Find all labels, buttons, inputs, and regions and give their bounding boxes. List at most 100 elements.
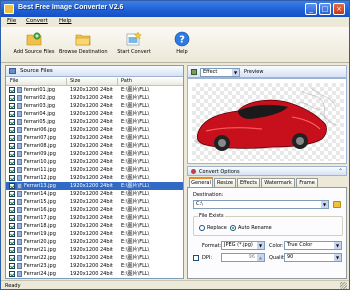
file-list[interactable]: ferrari01.jpg 1920x1200 24bit E:\图片\FLL\ fe… (6, 86, 183, 278)
table-row[interactable]: Ferrari13.jpg 1920x1200 24bit E:\图片\FLL\ (6, 182, 183, 190)
row-checkbox[interactable] (9, 175, 15, 181)
close-button[interactable]: × (333, 3, 345, 15)
row-checkbox[interactable] (9, 135, 15, 141)
menu-convert[interactable]: Convert (26, 18, 48, 24)
row-checkbox[interactable] (9, 103, 15, 109)
collapse-chevron-icon[interactable]: ⌃ (338, 168, 343, 175)
auto-rename-radio[interactable] (230, 225, 236, 231)
preview-area (187, 78, 347, 164)
row-checkbox[interactable] (9, 247, 15, 253)
row-checkbox[interactable] (9, 127, 15, 133)
minimize-button[interactable]: _ (305, 3, 317, 15)
dpi-checkbox[interactable] (193, 255, 199, 261)
column-size[interactable]: Size (70, 78, 80, 84)
table-row[interactable]: Ferrari11.jpg 1920x1200 24bit E:\图片\FLL\ (6, 166, 183, 174)
help-button[interactable]: ? Help (172, 29, 192, 55)
add-source-files-button[interactable]: Add Source Files (13, 29, 55, 55)
row-checkbox[interactable] (9, 183, 15, 189)
image-file-icon (17, 247, 22, 253)
table-row[interactable]: Ferrari20.jpg 1920x1200 24bit E:\图片\FLL\ (6, 238, 183, 246)
row-checkbox[interactable] (9, 119, 15, 125)
preview-mode-select[interactable]: Effect ▼ (200, 68, 240, 77)
column-file[interactable]: File (10, 78, 18, 84)
row-checkbox[interactable] (9, 167, 15, 173)
destination-field[interactable]: C:\ ▼ (193, 200, 329, 209)
table-row[interactable]: ferrari02.jpg 1920x1200 24bit E:\图片\FLL\ (6, 94, 183, 102)
right-panel: Effect ▼ Preview Convert Options ⌃ Gener… (187, 65, 347, 279)
image-file-icon (17, 271, 22, 277)
chevron-down-icon: ▼ (334, 254, 341, 261)
image-file-icon (17, 143, 22, 149)
start-convert-button[interactable]: Start Convert (116, 29, 152, 55)
row-checkbox[interactable] (9, 87, 15, 93)
tab-effects[interactable]: Effects (237, 178, 260, 187)
table-row[interactable]: Ferrari16.jpg 1920x1200 24bit E:\图片\FLL\ (6, 206, 183, 214)
table-row[interactable]: ferrari03.jpg 1920x1200 24bit E:\图片\FLL\ (6, 102, 183, 110)
row-checkbox[interactable] (9, 111, 15, 117)
row-checkbox[interactable] (9, 199, 15, 205)
row-checkbox[interactable] (9, 151, 15, 157)
table-row[interactable]: Ferrari14.jpg 1920x1200 24bit E:\图片\FLL\ (6, 190, 183, 198)
row-checkbox[interactable] (9, 231, 15, 237)
color-select[interactable]: True Color ▼ (284, 241, 342, 250)
convert-options-header[interactable]: Convert Options ⌃ (187, 166, 347, 176)
row-checkbox[interactable] (9, 223, 15, 229)
column-divider[interactable] (66, 78, 67, 85)
table-row[interactable]: Ferrari19.jpg 1920x1200 24bit E:\图片\FLL\ (6, 230, 183, 238)
table-row[interactable]: Ferrari07.jpg 1920x1200 24bit E:\图片\FLL\ (6, 134, 183, 142)
row-checkbox[interactable] (9, 255, 15, 261)
table-row[interactable]: Ferrari24.jpg 1920x1200 24bit E:\图片\FLL\ (6, 270, 183, 278)
table-row[interactable]: Ferrari12.jpg 1920x1200 24bit E:\图片\FLL\ (6, 174, 183, 182)
table-row[interactable]: Ferrari08.jpg 1920x1200 24bit E:\图片\FLL\ (6, 142, 183, 150)
row-checkbox[interactable] (9, 143, 15, 149)
browse-destination-button[interactable]: Browse Destination (59, 29, 108, 55)
format-select[interactable]: JPEG (*.jpg) ▼ (221, 241, 265, 250)
maximize-button[interactable]: □ (319, 3, 331, 15)
table-row[interactable]: Ferrari17.jpg 1920x1200 24bit E:\图片\FLL\ (6, 214, 183, 222)
quality-select[interactable]: 90 ▼ (284, 253, 342, 262)
file-size: 1920x1200 24bit (70, 231, 113, 237)
table-row[interactable]: Ferrari21.jpg 1920x1200 24bit E:\图片\FLL\ (6, 246, 183, 254)
file-path: E:\图片\FLL\ (121, 111, 150, 117)
table-row[interactable]: Ferrari23.jpg 1920x1200 24bit E:\图片\FLL\ (6, 262, 183, 270)
tab-resize[interactable]: Resize (214, 178, 236, 187)
menu-file[interactable]: File (7, 18, 16, 24)
row-checkbox[interactable] (9, 159, 15, 165)
format-value: JPEG (*.jpg) (224, 242, 253, 248)
table-row[interactable]: Ferrari15.jpg 1920x1200 24bit E:\图片\FLL\ (6, 198, 183, 206)
file-size: 1920x1200 24bit (70, 255, 113, 261)
tab-frame[interactable]: Frame (296, 178, 318, 187)
options-icon (191, 169, 196, 174)
row-checkbox[interactable] (9, 263, 15, 269)
file-size: 1920x1200 24bit (70, 167, 113, 173)
table-row[interactable]: Ferrari18.jpg 1920x1200 24bit E:\图片\FLL\ (6, 222, 183, 230)
title-bar[interactable]: Best Free Image Converter V2.6 _ □ × (1, 1, 349, 17)
file-size: 1920x1200 24bit (70, 199, 113, 205)
column-path[interactable]: Path (121, 78, 132, 84)
app-window: Best Free Image Converter V2.6 _ □ × Fil… (0, 0, 350, 290)
tab-general[interactable]: General (189, 177, 213, 187)
table-row[interactable]: Ferrari22.jpg 1920x1200 24bit E:\图片\FLL\ (6, 254, 183, 262)
row-checkbox[interactable] (9, 271, 15, 277)
dpi-field[interactable]: 96 ▲ (221, 253, 265, 262)
row-checkbox[interactable] (9, 215, 15, 221)
resize-grip[interactable] (340, 282, 347, 289)
table-row[interactable]: Ferrari09.jpg 1920x1200 24bit E:\图片\FLL\ (6, 150, 183, 158)
tab-watermark[interactable]: Watermark (261, 178, 295, 187)
file-name: Ferrari08.jpg (24, 143, 56, 149)
file-name: Ferrari23.jpg (24, 263, 56, 269)
table-row[interactable]: ferrari04.jpg 1920x1200 24bit E:\图片\FLL\ (6, 110, 183, 118)
table-row[interactable]: ferrari05.jpg 1920x1200 24bit E:\图片\FLL\ (6, 118, 183, 126)
replace-radio[interactable] (199, 225, 205, 231)
column-divider[interactable] (117, 78, 118, 85)
image-file-icon (17, 215, 22, 221)
row-checkbox[interactable] (9, 191, 15, 197)
table-row[interactable]: ferrari01.jpg 1920x1200 24bit E:\图片\FLL\ (6, 86, 183, 94)
browse-folder-icon[interactable] (333, 201, 341, 208)
row-checkbox[interactable] (9, 239, 15, 245)
table-row[interactable]: Ferrari10.jpg 1920x1200 24bit E:\图片\FLL\ (6, 158, 183, 166)
table-row[interactable]: Ferrari06.jpg 1920x1200 24bit E:\图片\FLL\ (6, 126, 183, 134)
row-checkbox[interactable] (9, 95, 15, 101)
row-checkbox[interactable] (9, 207, 15, 213)
menu-help[interactable]: Help (59, 18, 72, 24)
